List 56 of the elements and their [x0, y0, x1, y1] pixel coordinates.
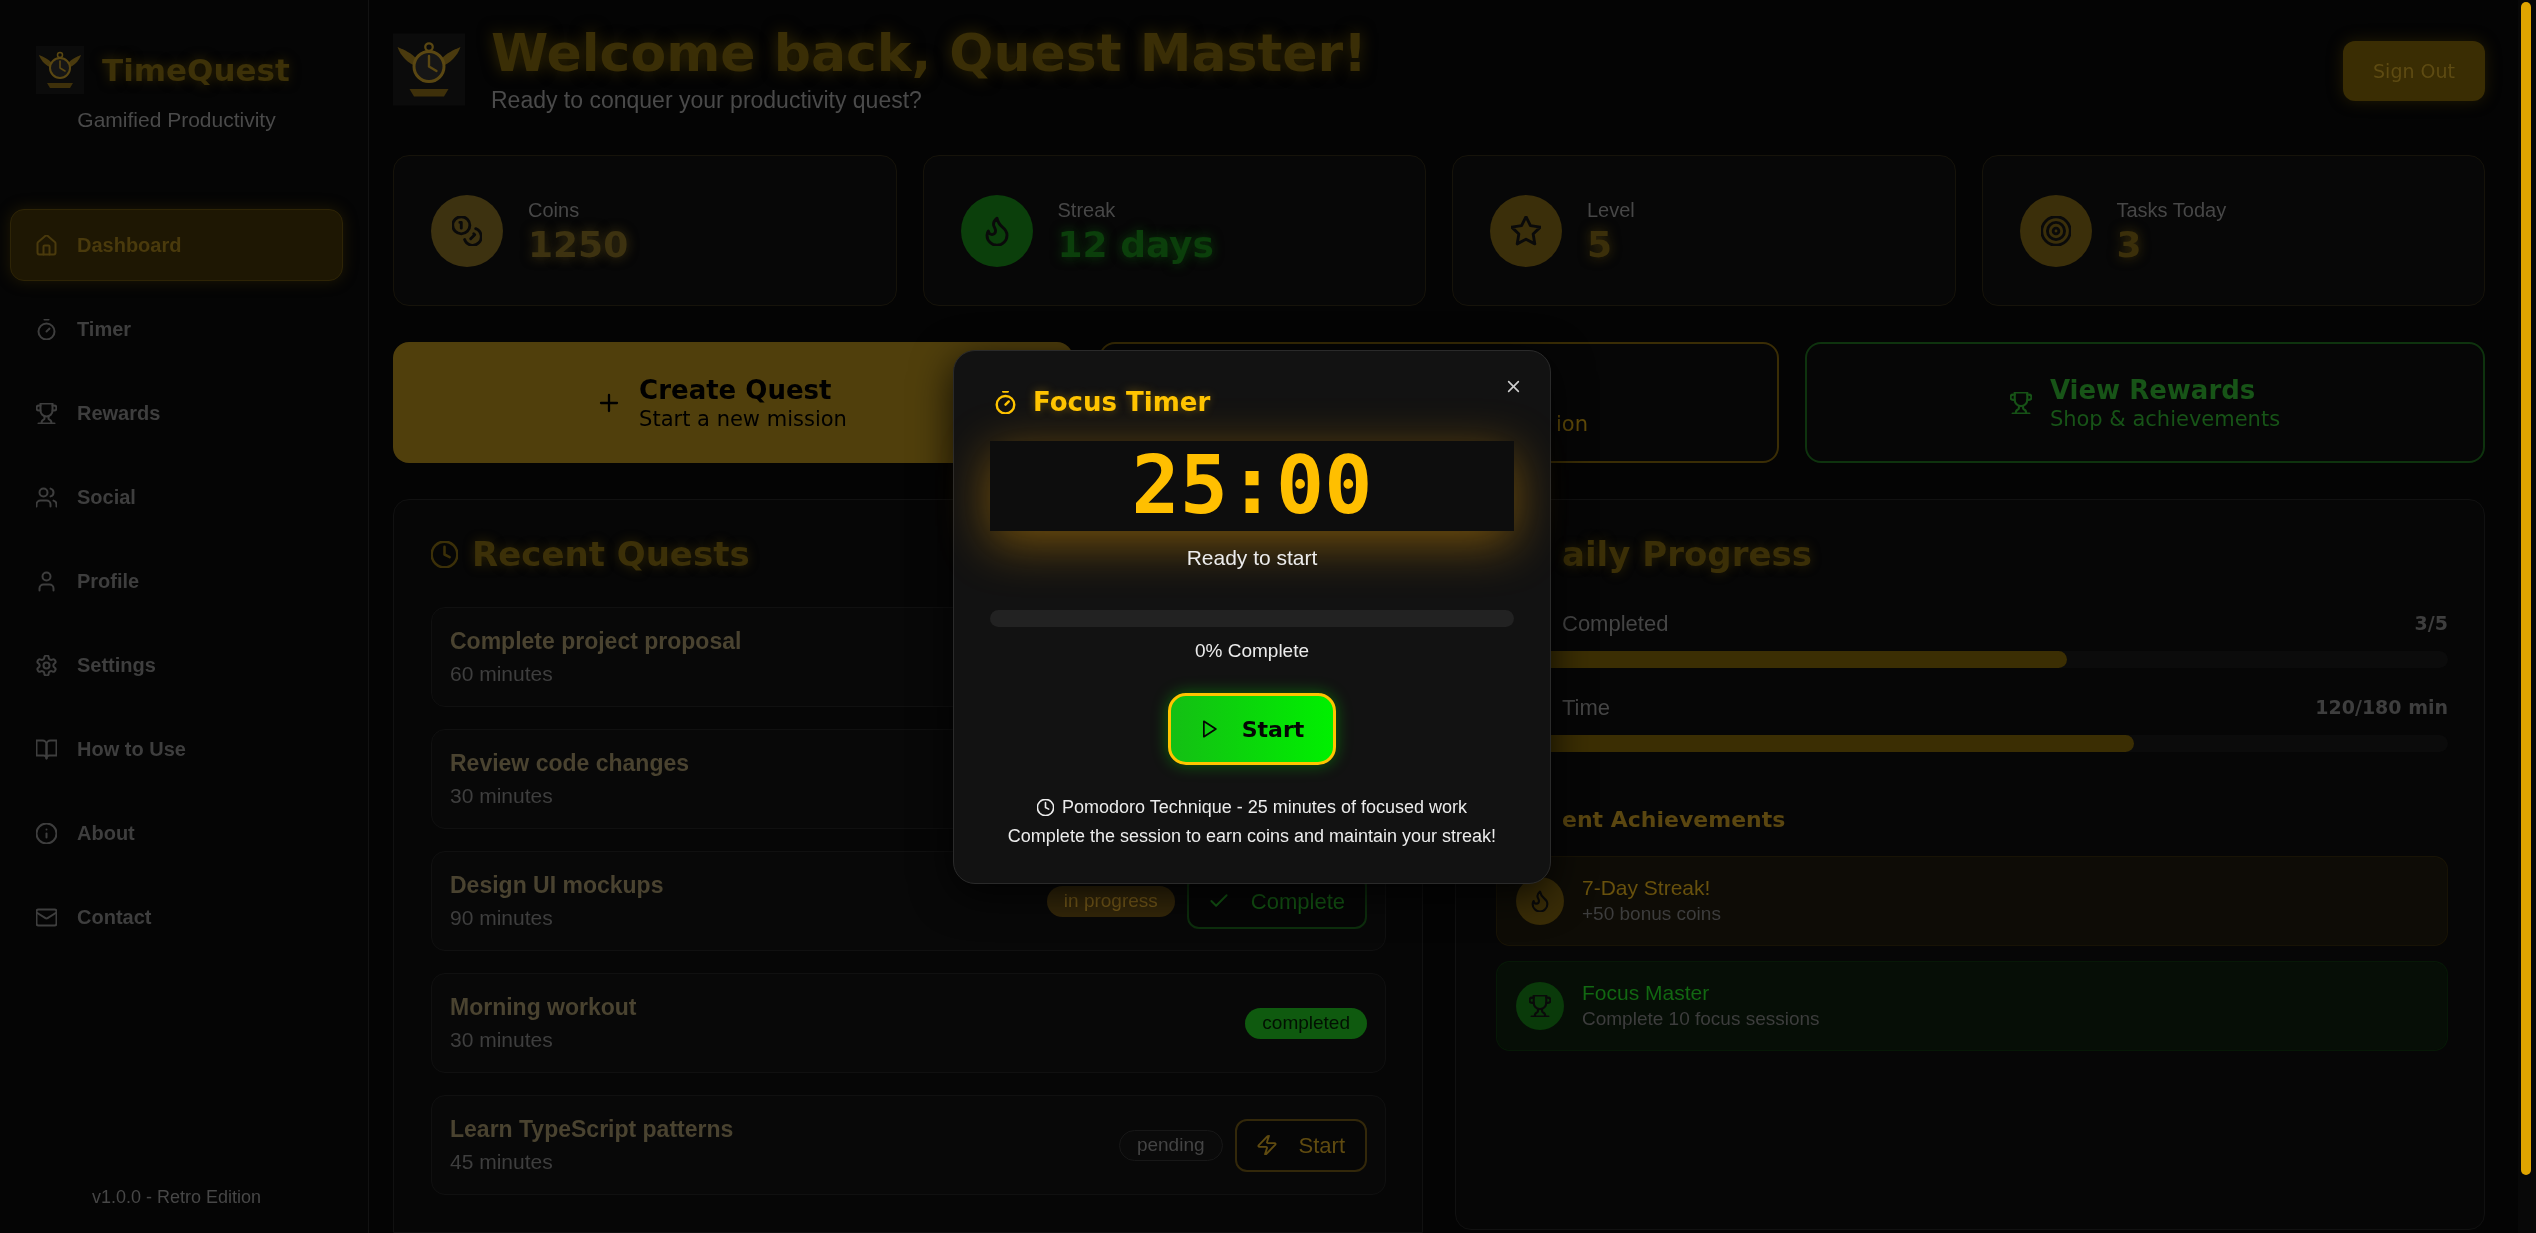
start-button[interactable]: Start	[1168, 693, 1336, 765]
nav-item[interactable]: About	[10, 797, 343, 869]
reward-note: Complete the session to earn coins and maintain your streak!	[1007, 825, 1497, 848]
stopwatch-icon	[36, 318, 57, 340]
stopwatch-icon	[994, 390, 1017, 414]
quest-title: Review code changes	[450, 749, 690, 778]
achievement-title: Focus Master	[1582, 980, 1711, 1006]
app-name: TimeQuest	[102, 51, 290, 90]
nav-item[interactable]: Social	[10, 461, 343, 533]
tagline: Gamified Productivity	[77, 107, 276, 133]
lightning-icon	[1256, 1135, 1277, 1155]
scrollbar-thumb[interactable]	[2521, 2, 2531, 1175]
section-title: ent Achievements	[1562, 806, 1786, 834]
quest-title: Morning workout	[450, 993, 637, 1022]
action-button[interactable]: View Rewards Shop & achievements	[1805, 342, 2485, 463]
metric-value: 120/180 min	[2315, 694, 2448, 720]
timer-status: Ready to start	[1186, 545, 1318, 571]
envelope-icon	[36, 906, 57, 928]
stat-label: Streak	[1057, 197, 1117, 223]
stat-value: 12 days	[1057, 224, 1214, 265]
nav-item[interactable]: How to Use	[10, 713, 343, 785]
progress-label: 0% Complete	[1194, 639, 1310, 663]
clock-icon	[1037, 798, 1055, 816]
stat-label: Level	[1587, 197, 1635, 223]
stat-label: Coins	[528, 197, 581, 223]
status-badge: pending	[1118, 1129, 1223, 1161]
winged-clock-logo	[36, 46, 84, 94]
book-icon	[36, 738, 57, 760]
settings-icon	[36, 654, 57, 676]
achievement-title: 7-Day Streak!	[1582, 875, 1712, 901]
nav-item[interactable]: Contact	[10, 881, 343, 953]
stat-label: Tasks Today	[2116, 197, 2227, 223]
nav-item[interactable]: Profile	[10, 545, 343, 617]
nav-item[interactable]: Rewards	[10, 377, 343, 449]
quest-title: Complete project proposal	[450, 627, 742, 656]
timer-display: 25:00	[990, 441, 1514, 531]
clock-icon	[431, 540, 458, 568]
quest-title: Learn TypeScript patterns	[450, 1115, 734, 1144]
status-badge: completed	[1245, 1007, 1367, 1039]
metric-label: Completed	[1562, 609, 1669, 638]
nav-item[interactable]: Settings	[10, 629, 343, 701]
person-icon	[36, 570, 57, 592]
metric-value: 3/5	[2414, 610, 2448, 636]
technique-note: Pomodoro Technique - 25 minutes of focused work	[1062, 796, 1467, 819]
quest-title: Design UI mockups	[450, 871, 664, 900]
nav-item[interactable]: Timer	[10, 293, 343, 365]
start-button[interactable]: Start	[1234, 1118, 1367, 1172]
metric-label: Time	[1562, 693, 1611, 722]
info-icon	[36, 822, 57, 844]
trophy-icon	[36, 402, 57, 424]
close-icon[interactable]	[1505, 378, 1522, 395]
home-icon	[36, 234, 57, 256]
version-label: v1.0.0 - Retro Edition	[91, 1186, 262, 1209]
page-subtitle: Ready to conquer your productivity quest?	[491, 86, 923, 114]
trophy-icon	[2009, 391, 2032, 414]
people-icon	[36, 486, 57, 508]
